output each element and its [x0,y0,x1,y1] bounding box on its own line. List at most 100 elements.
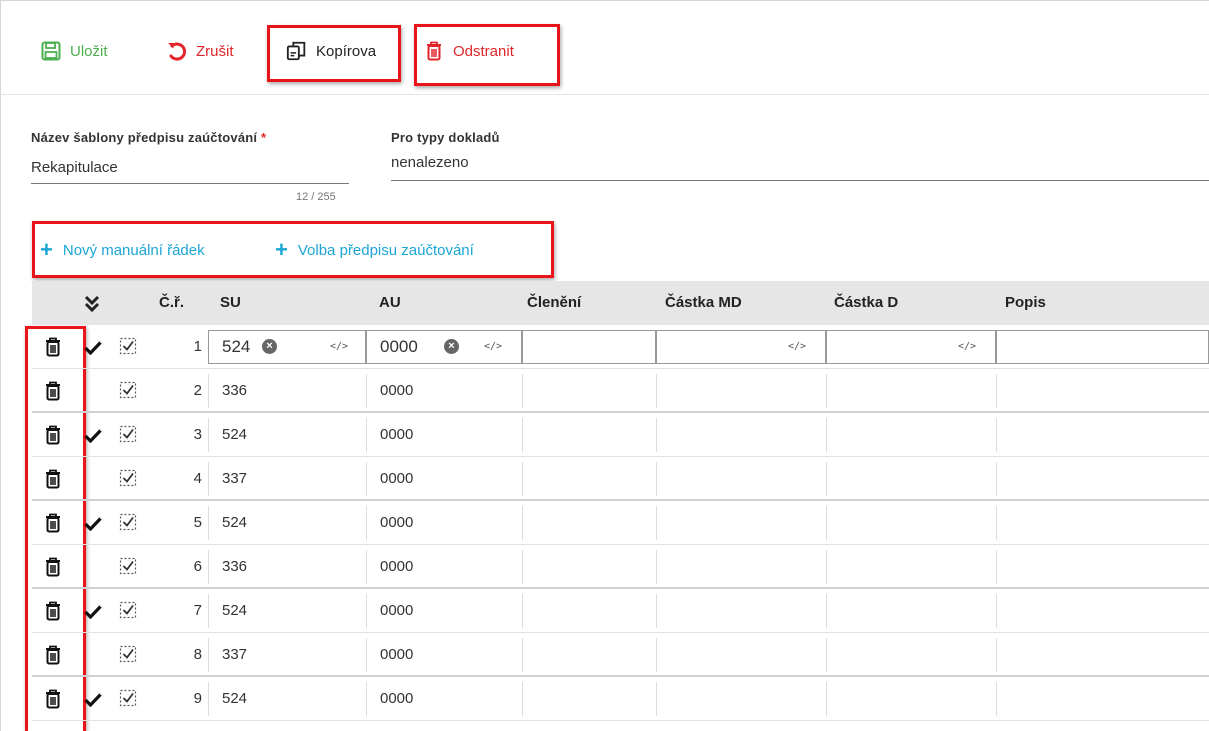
save-button[interactable]: Uložit [40,36,108,66]
copy-icon [286,40,308,62]
row-divider [32,720,1209,721]
trash-icon[interactable] [44,469,62,489]
col-header-au[interactable]: AU [379,281,401,325]
cancel-button[interactable]: Zrušit [166,36,234,66]
select-row-icon[interactable] [119,469,137,487]
delete-button[interactable]: Odstranit [423,36,514,66]
table-row[interactable]: 3 524 0000 [0,413,1209,457]
au-value[interactable]: 0000 [380,325,418,369]
trash-icon[interactable] [44,689,62,709]
cell-box [522,594,656,628]
clear-su-icon[interactable]: × [262,339,277,354]
table-row[interactable]: 7 524 0000 [0,589,1209,633]
required-mark: * [261,130,267,145]
trash-icon[interactable] [44,557,62,577]
template-name-counter: 12 / 255 [296,191,336,203]
table-row[interactable]: 2 336 0000 [0,369,1209,413]
trash-icon [423,40,445,62]
au-value[interactable]: 0000 [380,545,413,589]
cell-box [826,374,996,408]
clear-au-icon[interactable]: × [444,339,459,354]
select-row-icon[interactable] [119,689,137,707]
trash-icon[interactable] [44,601,62,621]
check-icon [84,429,102,443]
cell-box[interactable] [996,330,1209,364]
row-number: 2 [193,382,202,399]
code-icon[interactable]: </> [330,341,348,352]
col-header-cleneni[interactable]: Členění [527,281,581,325]
col-header-castka-md[interactable]: Částka MD [665,281,742,325]
select-row-icon[interactable] [119,337,137,355]
trash-icon[interactable] [44,337,62,357]
su-value[interactable]: 524 [222,589,247,633]
trash-icon[interactable] [44,381,62,401]
table-row[interactable]: 8 337 0000 [0,633,1209,677]
su-value[interactable]: 524 [222,413,247,457]
col-header-su[interactable]: SU [220,281,241,325]
col-header-row-no[interactable]: Č.ř. [159,281,184,325]
au-value[interactable]: 0000 [380,413,413,457]
select-row-icon[interactable] [119,645,137,663]
table-row[interactable]: 6 336 0000 [0,545,1209,589]
expand-all-icon[interactable] [84,281,100,325]
cell-box [656,594,826,628]
toolbar: Uložit Zrušit Kopírova Odstranit [0,0,1209,95]
toolbar-divider [0,94,1209,95]
select-row-icon[interactable] [119,513,137,531]
su-value[interactable]: 524 [222,501,247,545]
doc-types-value[interactable]: nenalezeno [391,154,469,171]
plus-icon: + [40,237,53,262]
cell-box [996,374,1209,408]
cell-box [656,682,826,716]
select-row-icon[interactable] [119,557,137,575]
cell-box [826,462,996,496]
row-number: 8 [193,646,202,663]
su-value[interactable]: 337 [222,633,247,677]
au-value[interactable]: 0000 [380,369,413,413]
table-row[interactable]: 4 337 0000 [0,457,1209,501]
su-value[interactable]: 524 [222,677,247,721]
check-icon [84,517,102,531]
choose-template-link[interactable]: + Volba předpisu zaúčtování [275,236,474,264]
template-name-input[interactable] [31,157,351,177]
template-name-label-text: Název šablony předpisu zaúčtování [31,130,258,145]
col-header-popis[interactable]: Popis [1005,281,1046,325]
cell-box [826,550,996,584]
table-row[interactable]: 9 524 0000 [0,677,1209,721]
col-header-castka-d[interactable]: Částka D [834,281,898,325]
select-row-icon[interactable] [119,425,137,443]
au-value[interactable]: 0000 [380,677,413,721]
au-value[interactable]: 0000 [380,589,413,633]
cell-box [522,506,656,540]
cell-box [522,374,656,408]
select-row-icon[interactable] [119,381,137,399]
code-icon[interactable]: </> [788,341,806,352]
delete-label: Odstranit [453,42,514,60]
copy-button[interactable]: Kopírova [286,36,376,66]
au-value[interactable]: 0000 [380,501,413,545]
new-manual-row-link[interactable]: + Nový manuální řádek [40,236,205,264]
cell-box [656,506,826,540]
cell-box [522,550,656,584]
check-icon [84,693,102,707]
su-value[interactable]: 336 [222,545,247,589]
select-row-icon[interactable] [119,601,137,619]
su-value[interactable]: 336 [222,369,247,413]
code-icon[interactable]: </> [958,341,976,352]
su-value[interactable]: 337 [222,457,247,501]
choose-template-label: Volba předpisu zaúčtování [297,241,474,259]
table-row[interactable]: 1 524 × </> 0000 × </> </> </> [0,325,1209,369]
trash-icon[interactable] [44,513,62,533]
su-value[interactable]: 524 [222,325,250,369]
doc-types-underline [391,180,1209,181]
cell-box[interactable] [522,330,656,364]
save-label: Uložit [70,42,108,60]
au-value[interactable]: 0000 [380,633,413,677]
code-icon[interactable]: </> [484,341,502,352]
trash-icon[interactable] [44,425,62,445]
trash-icon[interactable] [44,645,62,665]
cell-box [996,594,1209,628]
cell-box [996,506,1209,540]
au-value[interactable]: 0000 [380,457,413,501]
table-row[interactable]: 5 524 0000 [0,501,1209,545]
